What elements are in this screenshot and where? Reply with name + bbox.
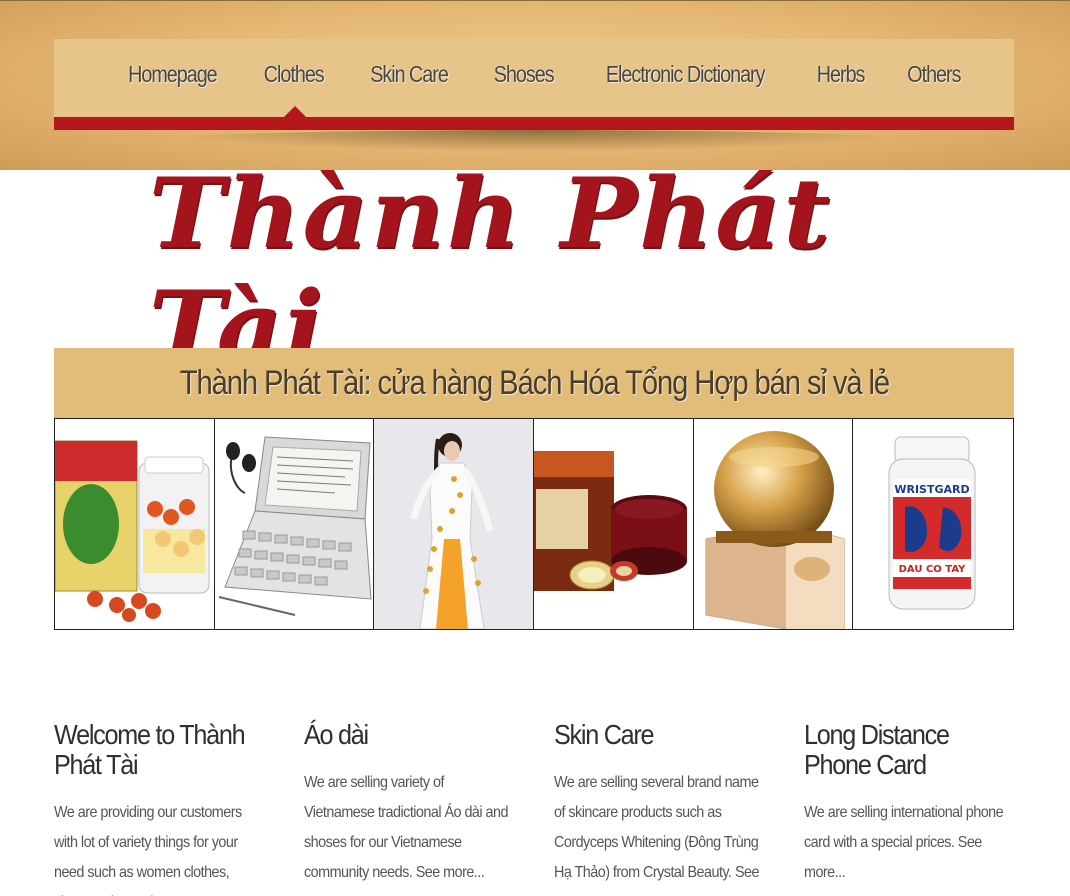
ao-dai-text-block: We are selling variety of Vietnamese tra… <box>304 768 513 888</box>
tagline-bar: Thành Phát Tài: cửa hàng Bách Hóa Tổng H… <box>54 348 1014 418</box>
dictionary-product-image <box>218 436 372 616</box>
welcome-title: Welcome to Thành Phát Tài <box>54 719 246 780</box>
gallery-tile-ao-dai[interactable] <box>374 419 535 629</box>
nav-item-shoses[interactable]: Shoses <box>478 61 568 88</box>
nav-item-skin-care[interactable]: Skin Care <box>354 61 462 88</box>
nav-items: Homepage Clothes Skin Care Shoses Electr… <box>103 61 982 88</box>
column-welcome: Welcome to Thành Phát Tài We are providi… <box>54 720 264 896</box>
content-columns: Welcome to Thành Phát Tài We are providi… <box>54 720 1014 896</box>
svg-text:WRISTGARD: WRISTGARD <box>895 483 970 496</box>
product-gallery: WRISTGARD DAU CO TAY <box>54 418 1014 630</box>
gallery-tile-dictionary[interactable] <box>214 419 375 629</box>
gallery-tile-ginseng-cream[interactable] <box>534 419 694 629</box>
wrist-herbal-product-image: WRISTGARD DAU CO TAY <box>888 436 976 610</box>
gallery-tile-gold-cream[interactable] <box>693 419 854 629</box>
column-phone-card: Long Distance Phone Card We are selling … <box>804 720 1014 896</box>
skin-care-text: We are selling several brand name of ski… <box>554 774 759 881</box>
column-skin-care: Skin Care We are selling several brand n… <box>554 720 764 896</box>
gallery-tile-herbal[interactable] <box>55 419 215 629</box>
active-nav-indicator <box>284 106 306 117</box>
phone-card-title: Long Distance Phone Card <box>804 719 950 780</box>
ao-dai-product-image <box>410 433 494 629</box>
herbal-product-image <box>55 440 210 622</box>
nav-item-homepage[interactable]: Homepage <box>113 61 232 88</box>
ao-dai-title: Áo dài <box>304 719 369 750</box>
tagline-text: Thành Phát Tài: cửa hàng Bách Hóa Tổng H… <box>179 363 889 402</box>
nav-shadow <box>150 130 920 152</box>
gold-cream-product-image <box>705 431 845 629</box>
welcome-text: We are providing our customers with lot … <box>54 804 242 896</box>
main-navigation: Homepage Clothes Skin Care Shoses Electr… <box>54 39 1014 117</box>
ao-dai-see-more-link[interactable]: See more... <box>416 864 485 881</box>
column-ao-dai: Áo dài We are selling variety of Vietnam… <box>304 720 514 896</box>
site-logo[interactable]: Thành Phát Tài <box>149 157 880 383</box>
ginseng-cream-product-image <box>534 451 688 591</box>
nav-item-clothes[interactable]: Clothes <box>248 61 338 88</box>
nav-item-electronic-dictionary[interactable]: Electronic Dictionary <box>591 61 780 88</box>
nav-item-herbs[interactable]: Herbs <box>801 61 879 88</box>
gallery-tile-wrist-herbal[interactable]: WRISTGARD DAU CO TAY <box>853 419 1014 629</box>
svg-text:DAU CO TAY: DAU CO TAY <box>899 564 966 575</box>
skin-care-text-block: We are selling several brand name of ski… <box>554 768 763 896</box>
skin-care-title: Skin Care <box>554 719 655 750</box>
nav-red-bar <box>54 117 1014 130</box>
phone-card-text-block: We are selling international phone card … <box>804 798 1013 888</box>
nav-item-others[interactable]: Others <box>892 61 975 88</box>
